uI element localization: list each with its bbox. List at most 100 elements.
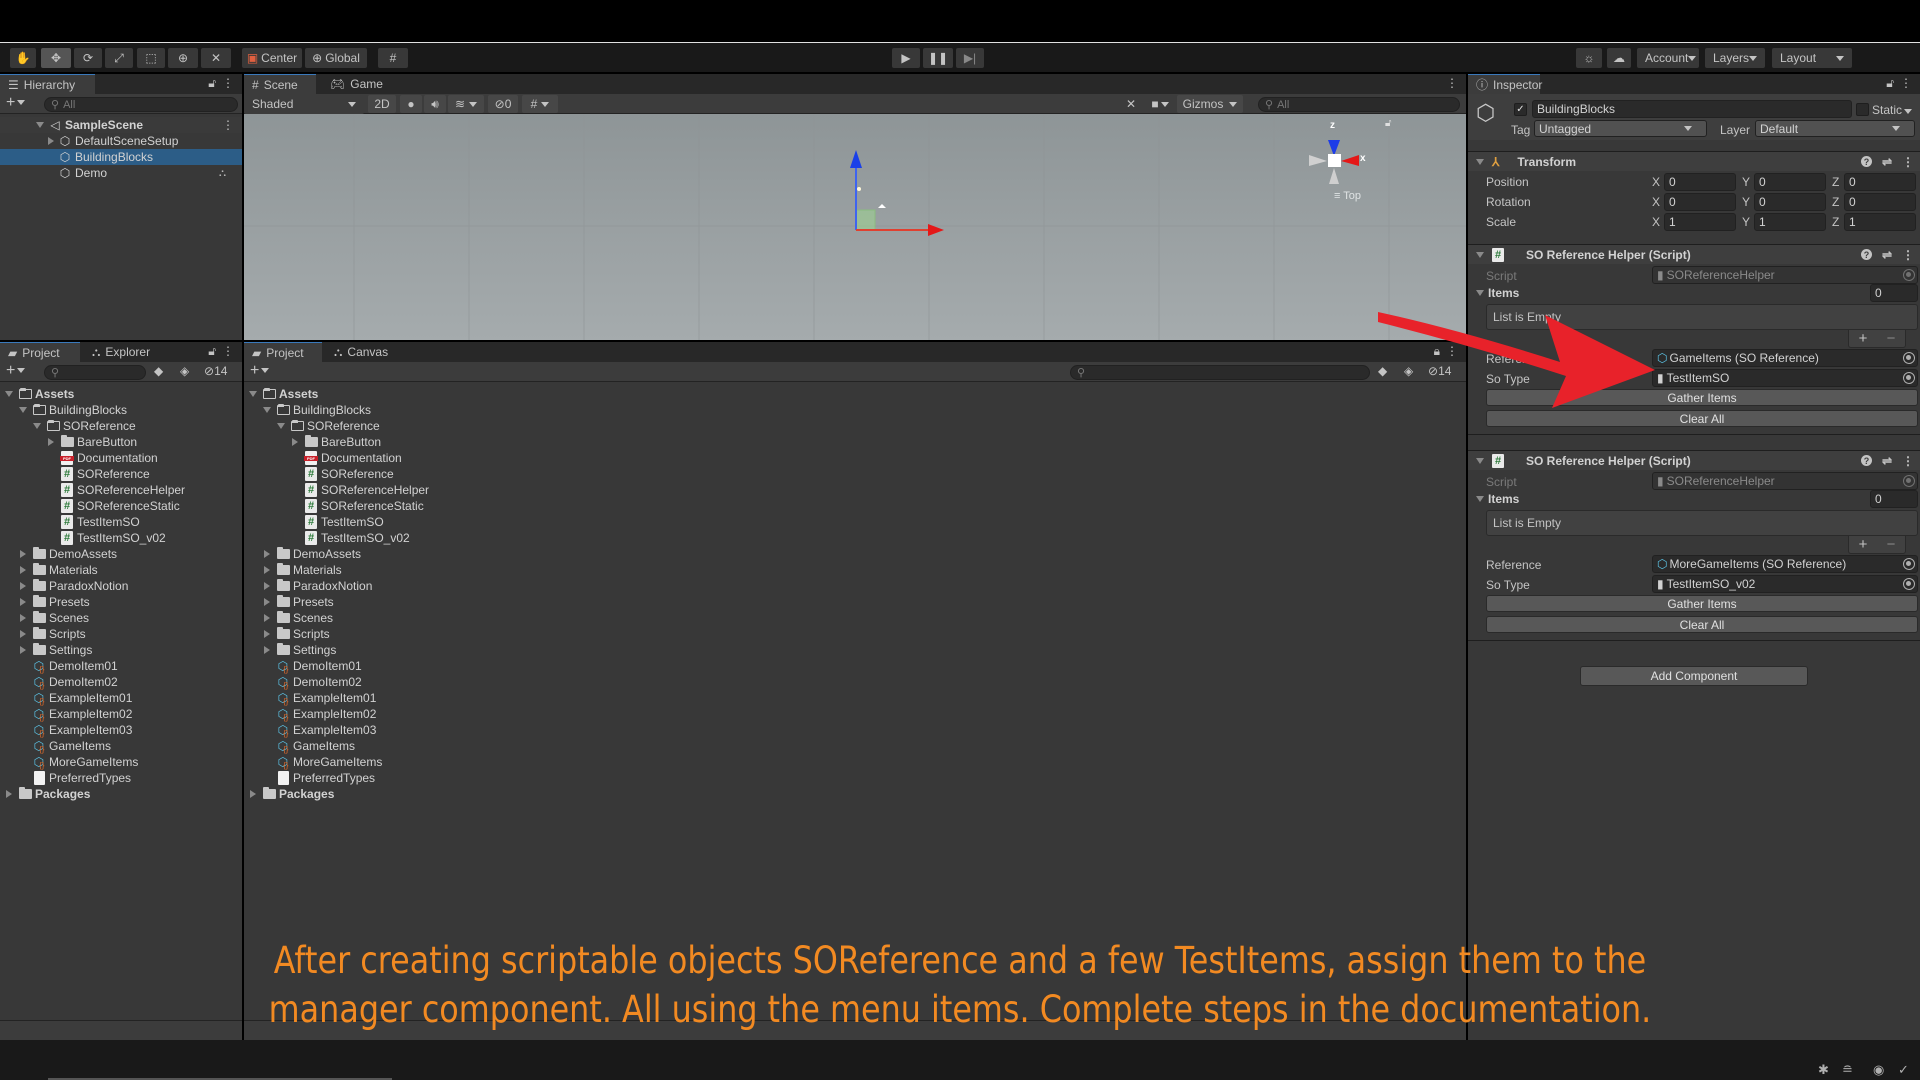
lock-icon[interactable]: 🔓︎ (208, 344, 216, 359)
project-search-input[interactable]: ⚲ (1070, 365, 1370, 380)
asset-row[interactable]: Materials (0, 562, 242, 578)
project-search-input[interactable]: ⚲ (44, 365, 146, 380)
more-options-icon[interactable]: ⋮ (1902, 454, 1914, 468)
tab-hierarchy[interactable]: ☰ Hierarchy (0, 74, 95, 94)
lock-icon[interactable]: 🔓︎ (208, 76, 216, 91)
items-count-input[interactable]: 0 (1870, 490, 1918, 508)
asset-row[interactable]: Packages (244, 786, 1466, 802)
expand-arrow-icon[interactable] (264, 614, 270, 622)
collapse-arrow-icon[interactable] (249, 391, 257, 397)
axis-y-label[interactable]: Y (1742, 175, 1750, 189)
sotype-field[interactable]: ▮ TestItemSO (1652, 369, 1918, 387)
move-gizmo[interactable] (850, 150, 944, 236)
component-header[interactable]: # SO Reference Helper (Script) ? ⇌ ⋮ (1468, 244, 1920, 264)
asset-row[interactable]: ParadoxNotion (244, 578, 1466, 594)
asset-row[interactable]: Settings (244, 642, 1466, 658)
lighting-icon[interactable]: ◉ (1873, 1062, 1884, 1078)
help-icon[interactable]: ? (1860, 249, 1872, 260)
more-options-icon[interactable]: ⋮ (1902, 155, 1914, 169)
collapse-arrow-icon[interactable] (5, 391, 13, 397)
tab-game[interactable]: 🎮︎ Game (322, 74, 392, 94)
scene-viewport[interactable]: z x 🔓︎ ≡ Top (244, 114, 1466, 340)
asset-row[interactable]: ⬡{} GameItems (0, 738, 242, 754)
move-tool-button[interactable]: ✥ (41, 48, 71, 68)
asset-row[interactable]: ⬡{} DemoItem02 (244, 674, 1466, 690)
asset-row[interactable]: # SOReferenceHelper (0, 482, 242, 498)
collapse-arrow-icon[interactable] (263, 407, 271, 413)
active-checkbox[interactable]: ✓ (1514, 103, 1527, 116)
create-button[interactable]: + (250, 362, 270, 380)
create-button[interactable]: + (6, 362, 26, 380)
tag-icon[interactable]: ◈ (180, 364, 189, 378)
asset-row[interactable]: Materials (244, 562, 1466, 578)
snap-button[interactable]: # (378, 48, 408, 68)
presets-icon[interactable]: ⇌ (1882, 155, 1892, 169)
asset-row[interactable]: Packages (0, 786, 242, 802)
step-button[interactable]: ▶| (956, 48, 984, 68)
position-z-input[interactable]: 0 (1844, 173, 1916, 191)
remove-item-button[interactable]: − (1887, 536, 1896, 553)
pivot-toggle[interactable]: ▣ Center (242, 48, 302, 68)
hidden-packages-toggle[interactable]: ⊘14 (204, 364, 227, 378)
grid-dropdown[interactable]: # (522, 95, 558, 113)
object-picker-icon[interactable] (1903, 578, 1915, 590)
sotype-field[interactable]: ▮ TestItemSO_v02 (1652, 575, 1918, 593)
asset-row[interactable]: Documentation (0, 450, 242, 466)
collapse-arrow-icon[interactable] (33, 423, 41, 429)
asset-row[interactable]: Assets (244, 386, 1466, 402)
expand-arrow-icon[interactable] (264, 630, 270, 638)
2d-toggle[interactable]: 2D (368, 95, 396, 113)
asset-row[interactable]: Scenes (244, 610, 1466, 626)
asset-row[interactable]: ⬡{} ExampleItem02 (0, 706, 242, 722)
custom-tool-button[interactable]: ✕ (201, 48, 231, 68)
asset-row[interactable]: # SOReference (0, 466, 242, 482)
expand-arrow-icon[interactable] (264, 598, 270, 606)
orientation-gizmo[interactable]: z x 🔓︎ ≡ Top (1309, 118, 1399, 210)
position-x-input[interactable]: 0 (1664, 173, 1736, 191)
more-options-icon[interactable]: ⋮ (1446, 76, 1458, 90)
asset-row[interactable]: SOReference (0, 418, 242, 434)
account-dropdown[interactable]: Account (1637, 48, 1699, 68)
asset-row[interactable]: Documentation (244, 450, 1466, 466)
asset-row[interactable]: PreferredTypes (0, 770, 242, 786)
object-name-input[interactable]: BuildingBlocks (1532, 100, 1852, 118)
component-header[interactable]: # SO Reference Helper (Script) ? ⇌ ⋮ (1468, 450, 1920, 470)
services-button[interactable]: ☼ (1576, 48, 1602, 68)
asset-row[interactable]: ⬡{} ExampleItem01 (0, 690, 242, 706)
expand-arrow-icon[interactable] (264, 566, 270, 574)
tab-scene[interactable]: # Scene (244, 74, 316, 94)
asset-row[interactable]: DemoAssets (244, 546, 1466, 562)
asset-row[interactable]: Scripts (0, 626, 242, 642)
asset-row[interactable]: ⬡{} DemoItem02 (0, 674, 242, 690)
asset-row[interactable]: ⬡{} DemoItem01 (244, 658, 1466, 674)
axis-x-label[interactable]: X (1652, 175, 1660, 189)
remove-item-button[interactable]: − (1887, 330, 1896, 347)
axis-x-label[interactable]: X (1652, 195, 1660, 209)
axis-z-label[interactable]: Z (1832, 175, 1839, 189)
check-icon[interactable]: ✓ (1898, 1062, 1909, 1078)
gather-items-button[interactable]: Gather Items (1486, 595, 1918, 612)
expand-arrow-icon[interactable] (250, 790, 256, 798)
more-options-icon[interactable]: ⋮ (222, 344, 234, 358)
expand-arrow-icon[interactable] (20, 566, 26, 574)
tab-canvas[interactable]: ⛬ Canvas (326, 342, 402, 362)
asset-row[interactable]: ⬡{} MoreGameItems (244, 754, 1466, 770)
camera-dropdown[interactable]: ■ (1146, 95, 1174, 113)
lighting-toggle[interactable]: ● (400, 95, 422, 113)
cache-server-icon[interactable]: ≘ (1842, 1062, 1853, 1078)
asset-row[interactable]: BuildingBlocks (244, 402, 1466, 418)
effects-dropdown[interactable]: ≋ (448, 95, 484, 113)
transform-tool-button[interactable]: ⊕ (168, 48, 198, 68)
collapse-arrow-icon[interactable] (19, 407, 27, 413)
gizmos-dropdown[interactable]: Gizmos (1177, 95, 1243, 113)
object-picker-icon[interactable] (1903, 558, 1915, 570)
tag-dropdown[interactable]: Untagged (1534, 120, 1707, 137)
asset-row[interactable]: # TestItemSO (244, 514, 1466, 530)
scale-y-input[interactable]: 1 (1754, 213, 1826, 231)
asset-row[interactable]: # TestItemSO (0, 514, 242, 530)
items-count-input[interactable]: 0 (1870, 284, 1918, 302)
reference-field[interactable]: ⬡ MoreGameItems (SO Reference) (1652, 555, 1918, 573)
scale-x-input[interactable]: 1 (1664, 213, 1736, 231)
more-options-icon[interactable]: ⋮ (222, 118, 234, 132)
asset-row[interactable]: Assets (0, 386, 242, 402)
